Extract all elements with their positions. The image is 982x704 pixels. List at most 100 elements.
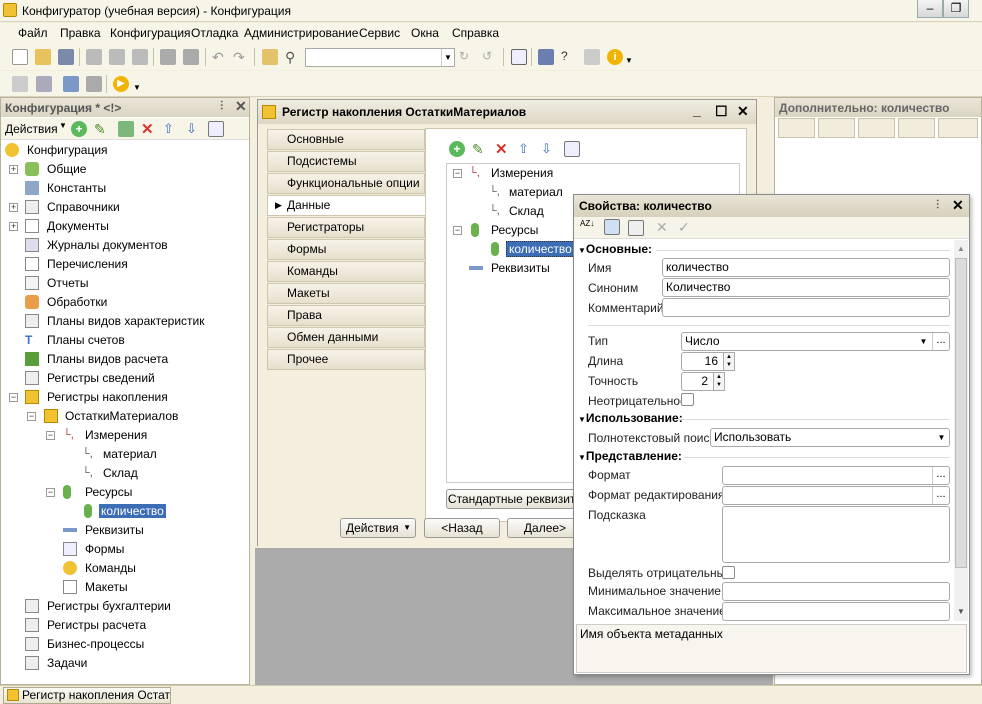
menu-file[interactable]: Файл [18, 26, 48, 40]
tree-item-resources[interactable]: − Ресурсы [5, 483, 132, 502]
type-field[interactable]: Число ▼... [681, 332, 950, 351]
edit-icon[interactable]: ✎ [472, 141, 488, 157]
section-usage[interactable]: ▼Использование: [578, 411, 683, 425]
tab-info[interactable] [818, 118, 855, 138]
standard-attributes-button[interactable]: Стандартные реквизиты [446, 489, 586, 509]
compare-config-icon[interactable] [36, 76, 52, 92]
scrollbar[interactable]: ▲ ▼ [954, 240, 968, 621]
tree-item-chart-of-accounts[interactable]: T Планы счетов [5, 331, 125, 350]
tooltip-field[interactable] [722, 506, 950, 563]
windows-icon[interactable] [511, 49, 527, 65]
tab-subsystems[interactable]: Подсистемы [267, 151, 425, 172]
tree-item-accum-registers[interactable]: − Регистры накопления [5, 388, 168, 407]
menu-administration[interactable]: Администрирование [244, 26, 358, 40]
search-input[interactable]: ▼ [305, 48, 455, 67]
find-prev-icon[interactable]: ↺ [482, 49, 498, 65]
redo-icon[interactable]: ↷ [233, 49, 249, 65]
spin-icon[interactable]: ▲ ▼ [723, 352, 735, 371]
save-icon[interactable] [58, 49, 74, 65]
tab-data-exchange[interactable]: Обмен данными [267, 327, 425, 348]
add-icon[interactable]: + [71, 121, 87, 137]
next-button[interactable]: Далее> [507, 518, 583, 538]
apply-icon[interactable]: ✓ [678, 219, 694, 235]
nonnegative-checkbox[interactable] [681, 393, 694, 406]
more-icon[interactable]: ... [932, 467, 949, 484]
delete-icon[interactable]: ✕ [141, 120, 157, 138]
run-debug-icon[interactable]: ▶ [113, 76, 129, 92]
pin-icon[interactable]: ⵗ [936, 198, 940, 211]
section-presentation[interactable]: ▼Представление: [578, 449, 682, 463]
more-icon[interactable]: ... [932, 333, 949, 350]
find-next-icon[interactable]: ↻ [459, 49, 475, 65]
data-tree-resources[interactable]: − Ресурсы [451, 221, 538, 240]
chevron-down-icon[interactable]: ▼ [441, 49, 454, 66]
sort-icon[interactable] [564, 141, 580, 157]
close-icon[interactable]: ✕ [952, 197, 964, 214]
tab-main[interactable]: Основные [267, 129, 425, 150]
minimize-button[interactable]: _ [693, 102, 701, 118]
edit-icon[interactable]: ✎ [94, 121, 110, 137]
fulltext-select[interactable]: Использовать ▼ [710, 428, 950, 447]
data-tree-warehouse[interactable]: └, Склад [451, 202, 544, 221]
min-value-field[interactable] [722, 582, 950, 601]
section-main[interactable]: ▼Основные: [578, 242, 652, 256]
sort-alpha-icon[interactable]: AZ↓ [580, 220, 596, 236]
tree-item-catalogs[interactable]: + Справочники [5, 198, 120, 217]
tab-list[interactable] [858, 118, 895, 138]
data-tree-attributes[interactable]: Реквизиты [451, 259, 550, 278]
menu-help[interactable]: Справка [452, 26, 499, 40]
tree-item-commands[interactable]: Команды [5, 559, 136, 578]
name-field[interactable]: количество [662, 258, 950, 277]
tree-item-tasks[interactable]: Задачи [5, 654, 87, 673]
tree-item-calc-types[interactable]: Планы видов расчета [5, 350, 168, 369]
tree-item-info-registers[interactable]: Регистры сведений [5, 369, 155, 388]
tab-commands[interactable]: Команды [267, 261, 425, 282]
cancel-icon[interactable]: ✕ [656, 219, 672, 235]
help-search-icon[interactable]: ? [561, 49, 577, 65]
tab-data[interactable]: ▶ Данные [267, 195, 426, 216]
pin-icon[interactable]: ⵗ [220, 99, 224, 112]
sort-icon[interactable] [208, 121, 224, 137]
info-icon[interactable]: i [607, 49, 623, 65]
tree-item-journals[interactable]: Журналы документов [5, 236, 168, 255]
tree-item-business-processes[interactable]: Бизнес-процессы [5, 635, 144, 654]
delete-icon[interactable]: ✕ [495, 140, 511, 158]
tree-item-processing[interactable]: Обработки [5, 293, 107, 312]
find-in-files-icon[interactable] [262, 49, 278, 65]
max-value-field[interactable] [722, 602, 950, 621]
minimize-button[interactable]: – [917, 0, 943, 18]
chevron-down-icon[interactable]: ▼ [59, 121, 67, 130]
undo-icon[interactable]: ↶ [212, 49, 228, 65]
data-tree-dimensions[interactable]: − └, Измерения [451, 164, 553, 183]
tab-forms[interactable]: Формы [267, 239, 425, 260]
menu-edit[interactable]: Правка [60, 26, 101, 40]
close-button[interactable]: ✕ [737, 103, 749, 120]
tree-item-register[interactable]: − ОстаткиМатериалов [5, 407, 178, 426]
actions-button[interactable]: Действия ▼ [340, 518, 416, 538]
categories-icon[interactable] [604, 219, 620, 235]
tree-item-enums[interactable]: Перечисления [5, 255, 128, 274]
spin-icon[interactable]: ▲ ▼ [713, 372, 725, 391]
add-icon[interactable]: + [449, 141, 465, 157]
data-tree-material[interactable]: └, материал [451, 183, 563, 202]
comment-field[interactable] [662, 298, 950, 317]
tab-functional-options[interactable]: Функциональные опции [267, 173, 425, 194]
update-db-icon[interactable] [63, 76, 79, 92]
chevron-down-icon[interactable]: ▼ [625, 56, 641, 72]
paste-icon[interactable] [132, 49, 148, 65]
tab-functional-options[interactable] [938, 118, 978, 138]
tab-templates[interactable]: Макеты [267, 283, 425, 304]
tree-item-attributes[interactable]: Реквизиты [5, 521, 144, 540]
search-icon[interactable]: ⚲ [285, 49, 301, 65]
tree-item-quantity[interactable]: количество [5, 502, 166, 521]
scroll-down-icon[interactable]: ▼ [957, 607, 965, 616]
tree-item-constants[interactable]: Константы [5, 179, 106, 198]
menu-windows[interactable]: Окна [411, 26, 439, 40]
close-icon[interactable]: ✕ [235, 98, 247, 115]
tree-item-documents[interactable]: + Документы [5, 217, 109, 236]
wizard-icon[interactable] [538, 49, 554, 65]
more-icon[interactable]: ... [932, 487, 949, 504]
tree-item-reports[interactable]: Отчеты [5, 274, 88, 293]
scroll-thumb[interactable] [955, 258, 967, 568]
copy-icon[interactable] [109, 49, 125, 65]
